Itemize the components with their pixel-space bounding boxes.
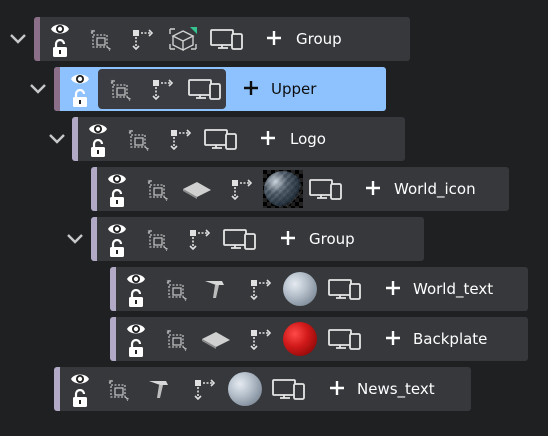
eye-icon[interactable] bbox=[126, 321, 146, 337]
row-label: Group bbox=[309, 230, 355, 248]
devices-icon[interactable] bbox=[328, 277, 362, 301]
eye-icon[interactable] bbox=[70, 71, 90, 87]
material-sphere-icon[interactable] bbox=[283, 322, 317, 356]
bounding-box-icon[interactable] bbox=[145, 177, 171, 201]
bounding-box-icon[interactable] bbox=[88, 27, 114, 51]
row-color-bar bbox=[110, 267, 116, 311]
bounding-box-icon[interactable] bbox=[145, 227, 171, 251]
plus-icon[interactable] bbox=[364, 179, 382, 197]
unlock-icon[interactable] bbox=[89, 139, 107, 158]
eye-icon[interactable] bbox=[107, 221, 127, 237]
tree-row-backplate[interactable]: Backplate bbox=[110, 317, 528, 361]
row-label: Group bbox=[296, 30, 342, 48]
pivot-axis-icon[interactable] bbox=[148, 77, 174, 101]
tree-row-group-2[interactable]: Group bbox=[91, 217, 424, 261]
scene-tree-panel: Group Upper Logo World_icon Group World_… bbox=[0, 0, 548, 436]
bounding-box-icon[interactable] bbox=[108, 77, 134, 101]
row-label: News_text bbox=[357, 380, 435, 398]
pivot-axis-icon[interactable] bbox=[185, 227, 211, 251]
tree-row-logo[interactable]: Logo bbox=[72, 117, 405, 161]
row-color-bar bbox=[72, 117, 78, 161]
plus-icon[interactable] bbox=[242, 79, 260, 97]
devices-icon[interactable] bbox=[328, 327, 362, 351]
bounding-box-icon[interactable] bbox=[126, 127, 152, 151]
pivot-axis-icon[interactable] bbox=[128, 27, 154, 51]
tree-row-news-text[interactable]: News_text bbox=[54, 367, 471, 411]
row-label: Logo bbox=[290, 130, 326, 148]
row-color-bar bbox=[54, 367, 60, 411]
plus-icon[interactable] bbox=[328, 379, 346, 397]
plus-icon[interactable] bbox=[265, 29, 283, 47]
chevron-down-icon[interactable] bbox=[9, 33, 27, 45]
chevron-down-icon[interactable] bbox=[29, 83, 47, 95]
material-sphere-icon[interactable] bbox=[283, 272, 317, 306]
unlock-icon[interactable] bbox=[71, 89, 89, 108]
row-color-bar bbox=[91, 167, 97, 211]
eye-icon[interactable] bbox=[126, 271, 146, 287]
text-geometry-icon[interactable] bbox=[146, 377, 174, 401]
plane-geometry-icon[interactable] bbox=[200, 327, 232, 351]
devices-icon[interactable] bbox=[204, 127, 238, 151]
unlock-icon[interactable] bbox=[108, 189, 126, 208]
texture-thumbnail[interactable] bbox=[263, 170, 303, 208]
row-color-bar bbox=[54, 67, 60, 111]
tree-row-world-text[interactable]: World_text bbox=[110, 267, 528, 311]
devices-icon[interactable] bbox=[223, 227, 257, 251]
transform-cube-icon[interactable] bbox=[168, 26, 198, 52]
devices-icon[interactable] bbox=[309, 177, 343, 201]
plus-icon[interactable] bbox=[384, 329, 402, 347]
row-label: World_text bbox=[413, 280, 494, 298]
devices-icon[interactable] bbox=[188, 77, 222, 101]
plus-icon[interactable] bbox=[259, 129, 277, 147]
pivot-axis-icon[interactable] bbox=[227, 177, 253, 201]
pivot-axis-icon[interactable] bbox=[190, 377, 216, 401]
tree-row-group[interactable]: Group bbox=[34, 17, 410, 61]
unlock-icon[interactable] bbox=[127, 339, 145, 358]
plane-geometry-icon[interactable] bbox=[181, 177, 213, 201]
pivot-axis-icon[interactable] bbox=[246, 277, 272, 301]
tree-row-world-icon[interactable]: World_icon bbox=[91, 167, 509, 211]
chevron-down-icon[interactable] bbox=[48, 133, 66, 145]
eye-icon[interactable] bbox=[50, 21, 70, 37]
devices-icon[interactable] bbox=[272, 377, 306, 401]
pivot-axis-icon[interactable] bbox=[166, 127, 192, 151]
tree-row-upper[interactable]: Upper bbox=[54, 67, 386, 111]
row-color-bar bbox=[110, 317, 116, 361]
chevron-down-icon[interactable] bbox=[66, 233, 84, 245]
material-sphere-icon[interactable] bbox=[228, 372, 262, 406]
unlock-icon[interactable] bbox=[127, 289, 145, 308]
row-color-bar bbox=[34, 17, 40, 61]
text-geometry-icon[interactable] bbox=[202, 277, 230, 301]
plus-icon[interactable] bbox=[279, 229, 297, 247]
unlock-icon[interactable] bbox=[51, 39, 69, 58]
bounding-box-icon[interactable] bbox=[164, 327, 190, 351]
pivot-axis-icon[interactable] bbox=[246, 327, 272, 351]
devices-icon[interactable] bbox=[210, 27, 244, 51]
eye-icon[interactable] bbox=[88, 121, 108, 137]
unlock-icon[interactable] bbox=[108, 239, 126, 258]
bounding-box-icon[interactable] bbox=[164, 277, 190, 301]
plus-icon[interactable] bbox=[384, 279, 402, 297]
eye-icon[interactable] bbox=[107, 171, 127, 187]
row-label: Backplate bbox=[413, 330, 488, 348]
bounding-box-icon[interactable] bbox=[106, 377, 132, 401]
row-label: Upper bbox=[271, 80, 317, 98]
eye-icon[interactable] bbox=[70, 371, 90, 387]
row-label: World_icon bbox=[394, 180, 476, 198]
unlock-icon[interactable] bbox=[71, 389, 89, 408]
row-color-bar bbox=[91, 217, 97, 261]
